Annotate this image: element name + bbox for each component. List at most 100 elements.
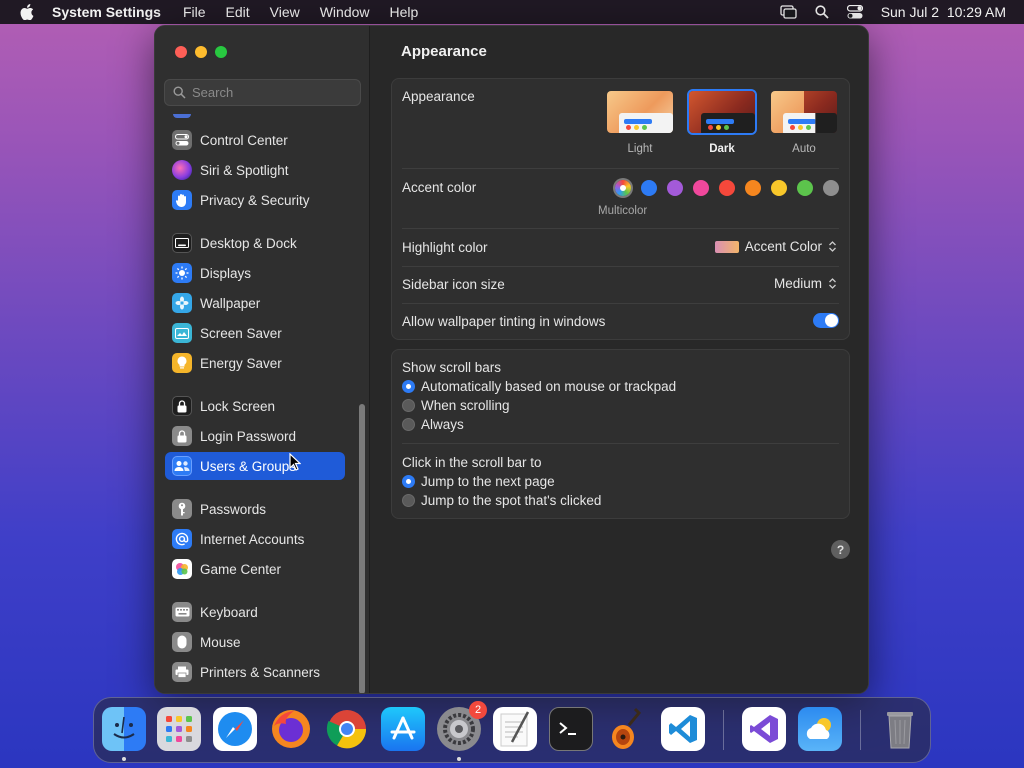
sidebar-item-users-groups[interactable]: Users & Groups [165, 452, 345, 480]
siri-icon [172, 160, 192, 180]
sidebar-item-internet-accounts[interactable]: Internet Accounts [165, 525, 345, 553]
radio-button[interactable] [402, 418, 415, 431]
control-center-icon[interactable] [846, 5, 863, 19]
appearance-light-option[interactable]: Light [605, 89, 675, 155]
spotlight-icon[interactable] [815, 5, 829, 19]
accent-multicolor[interactable] [615, 180, 631, 196]
appearance-dark-option[interactable]: Dark [687, 89, 757, 155]
dock-trash-icon[interactable] [878, 707, 922, 751]
chevron-updown-icon [829, 241, 836, 252]
radio-next-page[interactable]: Jump to the next page [402, 474, 555, 489]
sidebar-item-lock-screen[interactable]: Lock Screen [165, 392, 345, 420]
dock-firefox-icon[interactable] [269, 707, 313, 751]
sidebar-item-login-password[interactable]: Login Password [165, 422, 345, 450]
zoom-button[interactable] [215, 46, 227, 58]
highlight-color-popup[interactable]: Accent Color [714, 239, 837, 254]
radio-button[interactable] [402, 494, 415, 507]
sidebar-icon-size-popup[interactable]: Medium [774, 276, 837, 291]
radio-always[interactable]: Always [402, 417, 464, 432]
dock-textedit-icon[interactable] [493, 707, 537, 751]
radio-automatic[interactable]: Automatically based on mouse or trackpad [402, 379, 676, 394]
close-button[interactable] [175, 46, 187, 58]
radio-button[interactable] [402, 399, 415, 412]
dock-launchpad-icon[interactable] [157, 707, 201, 751]
accent-yellow[interactable] [771, 180, 787, 196]
appearance-auto-option[interactable]: Auto [769, 89, 839, 155]
dock-chrome-icon[interactable] [325, 707, 369, 751]
dock-vscode-icon[interactable] [661, 707, 705, 751]
search-icon [173, 86, 186, 99]
app-menu[interactable]: System Settings [48, 4, 173, 20]
window-menu[interactable]: Window [310, 4, 380, 20]
running-indicator [122, 757, 126, 761]
sidebar-item-wallpaper[interactable]: Wallpaper [165, 289, 345, 317]
radio-spot-clicked[interactable]: Jump to the spot that's clicked [402, 493, 601, 508]
radio-button[interactable] [402, 475, 415, 488]
lock-icon [172, 396, 192, 416]
appearance-label: Appearance [402, 89, 475, 104]
dock-weather-icon[interactable] [798, 707, 842, 751]
radio-when-scrolling[interactable]: When scrolling [402, 398, 510, 413]
sidebar-item-label: Displays [200, 265, 252, 281]
scrollbar-thumb[interactable] [359, 404, 365, 693]
help-button[interactable]: ? [831, 540, 850, 559]
radio-label: Always [421, 417, 464, 432]
sidebar-item-keyboard[interactable]: Keyboard [165, 598, 345, 626]
mouse-pointer-icon [289, 453, 301, 471]
control-center-icon [172, 130, 192, 150]
show-scroll-bars-label: Show scroll bars [402, 360, 502, 375]
notification-badge: 2 [469, 701, 487, 719]
sidebar-item-passwords[interactable]: Passwords [165, 495, 345, 523]
apple-icon[interactable] [20, 4, 34, 20]
sidebar-item-mouse[interactable]: Mouse [165, 628, 345, 656]
minimize-button[interactable] [195, 46, 207, 58]
sidebar-item-label: Mouse [200, 634, 241, 650]
sidebar-item-label: Control Center [200, 132, 288, 148]
bulb-icon [172, 353, 192, 373]
accent-color-label: Accent color [402, 180, 477, 195]
clock[interactable]: Sun Jul 2 10:29 AM [881, 4, 1006, 20]
sidebar-item-label: Privacy & Security [200, 192, 310, 208]
dock-safari-icon[interactable] [213, 707, 257, 751]
view-menu[interactable]: View [260, 4, 310, 20]
dock-finder-icon[interactable] [102, 707, 146, 751]
accent-purple[interactable] [667, 180, 683, 196]
dock-app-store-icon[interactable] [381, 707, 425, 751]
sidebar-item-label: Wallpaper [200, 295, 261, 311]
sidebar-item-game-center[interactable]: Game Center [165, 555, 345, 583]
dock-system-settings-icon[interactable]: 2 [437, 701, 487, 751]
sidebar-scrollbar[interactable] [359, 404, 365, 693]
sidebar-item-control-center[interactable]: Control Center [165, 126, 345, 154]
sidebar-item-energy-saver[interactable]: Energy Saver [165, 349, 345, 377]
divider [402, 266, 839, 267]
accent-green[interactable] [797, 180, 813, 196]
sidebar-item-displays[interactable]: Displays [165, 259, 345, 287]
accent-red[interactable] [719, 180, 735, 196]
click-scroll-label: Click in the scroll bar to [402, 455, 542, 470]
help-menu[interactable]: Help [380, 4, 429, 20]
accent-pink[interactable] [693, 180, 709, 196]
sidebar-item-siri-spotlight[interactable]: Siri & Spotlight [165, 156, 345, 184]
wallpaper-tinting-toggle[interactable] [813, 313, 839, 328]
edit-menu[interactable]: Edit [216, 4, 260, 20]
sidebar: Control Center Siri & Spotlight Privacy … [155, 26, 370, 693]
radio-button[interactable] [402, 380, 415, 393]
sidebar-item-privacy-security[interactable]: Privacy & Security [165, 186, 345, 214]
dock-terminal-icon[interactable] [549, 707, 593, 751]
highlight-color-value: Accent Color [744, 239, 822, 254]
search-input[interactable] [192, 85, 352, 100]
accent-graphite[interactable] [823, 180, 839, 196]
sidebar-item-desktop-dock[interactable]: Desktop & Dock [165, 229, 345, 257]
file-menu[interactable]: File [173, 4, 216, 20]
dock-garageband-icon[interactable] [605, 707, 649, 751]
search-field[interactable] [164, 79, 361, 106]
sidebar-item-printers-scanners[interactable]: Printers & Scanners [165, 658, 345, 686]
sidebar-item-screen-saver[interactable]: Screen Saver [165, 319, 345, 347]
sidebar-item-label: Energy Saver [200, 355, 282, 371]
sidebar-item-label: Internet Accounts [200, 531, 305, 547]
accent-orange[interactable] [745, 180, 761, 196]
accent-blue[interactable] [641, 180, 657, 196]
screen-mirroring-icon[interactable] [780, 5, 797, 19]
dock-visual-studio-icon[interactable] [742, 707, 786, 751]
divider [402, 228, 839, 229]
